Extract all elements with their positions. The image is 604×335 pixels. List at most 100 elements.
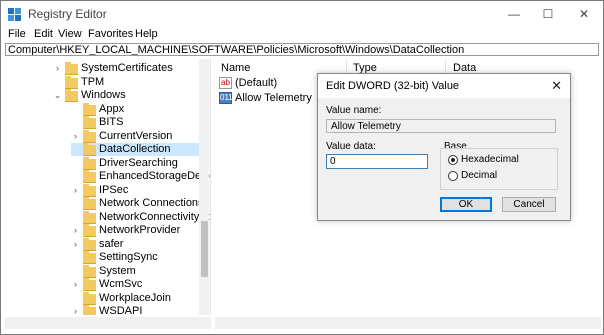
tree-item[interactable]: › safer: [71, 237, 205, 251]
tree-item-label: WorkplaceJoin: [99, 291, 171, 304]
tree-item-label: WcmSvc: [99, 278, 143, 290]
menu-edit[interactable]: Edit: [34, 28, 53, 40]
list-item[interactable]: 011 Allow Telemetry: [219, 92, 312, 105]
registry-tree: › SystemCertificates TPM ⌄ Windows Appx BITS › C…: [5, 59, 211, 315]
menu-view[interactable]: View: [58, 28, 82, 40]
folder-icon: [83, 291, 96, 305]
menu-help[interactable]: Help: [135, 28, 158, 40]
tree-item-label: TPM: [81, 75, 105, 88]
tree-item-label: Windows: [81, 89, 126, 101]
value-name-field: Allow Telemetry: [326, 119, 556, 133]
value-data-label: Value data:: [326, 141, 376, 152]
folder-icon: [83, 251, 96, 264]
chevron-right-icon[interactable]: ›: [71, 130, 80, 143]
tree-item-label: NetworkProvider: [99, 224, 181, 236]
tree-item-label: safer: [99, 237, 124, 250]
tree-item[interactable]: TPM: [53, 75, 205, 89]
folder-icon: [65, 75, 78, 89]
dialog-close-icon[interactable]: ✕: [551, 78, 562, 94]
dialog-title-bar: Edit DWORD (32-bit) Value ✕: [318, 74, 570, 98]
tree-item-label: DriverSearching: [99, 156, 178, 169]
chevron-right-icon[interactable]: ›: [71, 278, 80, 291]
maximize-button[interactable]: ☐: [531, 3, 565, 25]
list-item[interactable]: ab (Default): [219, 77, 277, 90]
tree-item[interactable]: BITS: [71, 116, 205, 129]
decimal-label[interactable]: Decimal: [461, 170, 497, 181]
tree-item-label: BITS: [99, 116, 124, 128]
tree-item-label: CurrentVersion: [99, 129, 173, 142]
tree-horizontal-scrollbar[interactable]: [5, 317, 211, 329]
folder-icon: [65, 62, 78, 75]
chevron-right-icon[interactable]: ›: [71, 238, 80, 251]
tree-item[interactable]: › IPSec: [71, 183, 205, 197]
tree-item-label: SystemCertificates: [81, 62, 173, 74]
value-name: Allow Telemetry: [235, 92, 312, 104]
dialog-title: Edit DWORD (32-bit) Value: [326, 80, 460, 92]
list-horizontal-scrollbar[interactable]: [215, 317, 601, 329]
menu-file[interactable]: File: [8, 28, 26, 40]
tree-item[interactable]: Network Connections: [71, 197, 205, 210]
tree-item-label: DataCollection: [99, 143, 171, 155]
column-divider[interactable]: [445, 59, 446, 74]
dword-value-icon: 011: [219, 92, 233, 105]
tree-item-label: EnhancedStorageDevic: [99, 170, 211, 182]
folder-icon: [83, 264, 96, 278]
folder-icon: [83, 210, 96, 224]
tree-item[interactable]: NetworkConnectivitySt: [71, 210, 210, 224]
tree-scroll-thumb[interactable]: [201, 221, 208, 277]
folder-icon: [65, 89, 78, 102]
cancel-button[interactable]: Cancel: [502, 197, 556, 212]
hexadecimal-label[interactable]: Hexadecimal: [461, 154, 519, 165]
chevron-right-icon[interactable]: ›: [71, 224, 80, 237]
menu-favorites[interactable]: Favorites: [88, 28, 133, 40]
tree-item[interactable]: SettingSync: [71, 251, 205, 264]
close-button[interactable]: ✕: [567, 3, 601, 25]
column-divider[interactable]: [346, 59, 347, 74]
string-value-icon: ab: [219, 77, 232, 90]
tree-item[interactable]: System: [71, 264, 205, 278]
tree-item-label: NetworkConnectivitySt: [99, 210, 210, 223]
column-name[interactable]: Name: [221, 62, 250, 74]
folder-icon: [83, 129, 96, 143]
tree-item[interactable]: › NetworkProvider: [71, 224, 205, 237]
tree-item[interactable]: Appx: [71, 102, 205, 116]
chevron-down-icon[interactable]: ⌄: [53, 89, 62, 102]
folder-icon: [83, 116, 96, 129]
address-bar[interactable]: Computer\HKEY_LOCAL_MACHINE\SOFTWARE\Pol…: [5, 43, 599, 56]
folder-icon: [83, 197, 96, 210]
ok-button[interactable]: OK: [440, 197, 492, 212]
chevron-right-icon[interactable]: ›: [53, 62, 62, 75]
chevron-right-icon[interactable]: ›: [71, 184, 80, 197]
folder-icon: [83, 143, 96, 156]
edit-dword-dialog: Edit DWORD (32-bit) Value ✕ Value name: …: [317, 73, 571, 221]
value-data-input[interactable]: 0: [326, 154, 428, 169]
tree-item[interactable]: › WcmSvc: [71, 278, 205, 291]
value-name-label: Value name:: [326, 105, 382, 116]
decimal-radio[interactable]: [448, 171, 458, 181]
tree-item[interactable]: EnhancedStorageDevic: [71, 170, 210, 183]
folder-icon: [83, 156, 96, 170]
tree-item-label: SettingSync: [99, 251, 158, 263]
tree-item[interactable]: › CurrentVersion: [71, 129, 205, 143]
registry-editor-icon: [8, 8, 21, 21]
tree-item[interactable]: › WSDAPI: [71, 305, 205, 315]
tree-item-label: Appx: [99, 102, 125, 115]
hexadecimal-radio[interactable]: [448, 155, 458, 165]
tree-item[interactable]: ⌄ Windows: [53, 89, 205, 102]
tree-item[interactable]: › SystemCertificates: [53, 62, 205, 75]
minimize-button[interactable]: —: [497, 3, 531, 25]
tree-item-label: IPSec: [99, 183, 129, 196]
folder-icon: [83, 278, 96, 291]
tree-item-label: WSDAPI: [99, 305, 143, 315]
folder-icon: [83, 237, 96, 251]
chevron-right-icon[interactable]: ›: [71, 305, 80, 315]
window-title: Registry Editor: [28, 7, 107, 21]
folder-icon: [83, 170, 96, 183]
value-name: (Default): [235, 77, 278, 89]
folder-icon: [83, 305, 96, 315]
tree-item[interactable]: DataCollection: [71, 143, 205, 156]
title-bar: Registry Editor — ☐ ✕: [1, 1, 603, 28]
tree-item[interactable]: DriverSearching: [71, 156, 205, 170]
folder-icon: [83, 224, 96, 237]
tree-item[interactable]: WorkplaceJoin: [71, 291, 205, 305]
